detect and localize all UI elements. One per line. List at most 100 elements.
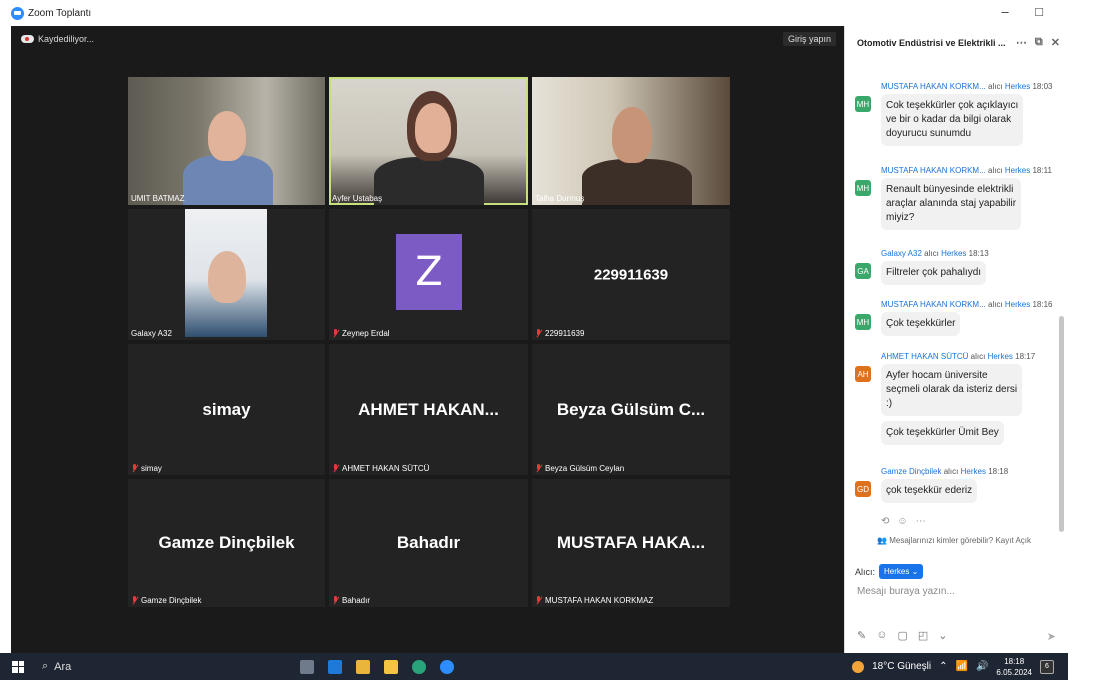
message-meta: MUSTAFA HAKAN KORKM... alıcı Herkes 18:1…	[881, 300, 1055, 309]
participant-display-name: simay	[202, 399, 251, 419]
emoji-icon[interactable]: ☺	[876, 629, 887, 642]
task-view-icon[interactable]	[300, 659, 314, 674]
file-icon[interactable]: ▢	[897, 629, 907, 642]
participant-face	[612, 107, 652, 163]
signin-button[interactable]: Giriş yapın	[782, 32, 836, 46]
participant-body	[183, 155, 273, 205]
mic-muted-icon	[535, 464, 542, 473]
message-audience: Herkes	[1004, 166, 1031, 175]
name-tile[interactable]: Bahadır Bahadır	[329, 479, 528, 607]
taskbar-search[interactable]: ⌕ Ara	[42, 660, 272, 673]
message-line: Cok teşekkürler çok açıklayıcı	[886, 100, 1019, 111]
chat-scrollbar[interactable]	[1059, 316, 1064, 532]
participant-label: Ayfer Ustabaş	[332, 194, 382, 203]
participant-name: 229911639	[545, 329, 585, 338]
sender-avatar: MH	[855, 314, 871, 330]
chevron-down-icon[interactable]: ⌄	[938, 629, 947, 642]
store-icon[interactable]	[356, 659, 370, 674]
popout-icon[interactable]: ⧉	[1035, 36, 1043, 49]
participant-name: Zeynep Erdal	[342, 329, 390, 338]
video-tile[interactable]: Talha Durmuş	[532, 77, 730, 205]
message-audience: Herkes	[941, 249, 967, 258]
name-tile[interactable]: MUSTAFA HAKA... MUSTAFA HAKAN KORKMAZ	[532, 479, 730, 607]
chat-message: MUSTAFA HAKAN KORKM... alıcı Herkes 18:0…	[855, 82, 1055, 146]
participant-name: Ayfer Ustabaş	[332, 194, 383, 203]
sender-avatar: MH	[855, 180, 871, 196]
outlook-icon[interactable]	[328, 659, 342, 674]
participant-label: UMIT BATMAZ	[131, 194, 184, 203]
sender-avatar: AH	[855, 366, 871, 382]
format-icon[interactable]: ✎	[857, 629, 866, 642]
participant-name: Gamze Dinçbilek	[141, 596, 202, 605]
message-line: miyiz?	[886, 212, 915, 223]
chat-message: Gamze Dinçbilek alıcı Herkes 18:18 GD ço…	[855, 467, 1055, 503]
video-tile[interactable]: UMIT BATMAZ	[128, 77, 325, 205]
edge-icon[interactable]	[412, 659, 426, 674]
zoom-logo-icon	[11, 6, 24, 20]
participant-label: Bahadır	[332, 596, 370, 605]
name-tile[interactable]: AHMET HAKAN... AHMET HAKAN SÜTCÜ	[329, 344, 528, 475]
more-icon[interactable]: ⋯	[916, 516, 926, 527]
close-chat-icon[interactable]: ✕	[1051, 36, 1060, 49]
windows-start-icon[interactable]	[12, 660, 24, 673]
chat-header-actions: ⋯ ⧉ ✕	[1016, 36, 1060, 49]
message-time: 18:11	[1032, 166, 1052, 175]
maximize-button[interactable]: □	[1031, 4, 1047, 20]
message-line: çok teşekkür ederiz	[886, 485, 973, 496]
participant-label: Galaxy A32	[131, 329, 172, 338]
name-tile[interactable]: Gamze Dinçbilek Gamze Dinçbilek	[128, 479, 325, 607]
avatar-tile[interactable]: Z Zeynep Erdal	[329, 209, 528, 340]
message-line: doyurucu sunumdu	[886, 128, 972, 139]
chat-messages[interactable]: MUSTAFA HAKAN KORKM... alıcı Herkes 18:0…	[845, 60, 1059, 535]
video-tile-active-speaker[interactable]: Ayfer Ustabaş	[329, 77, 528, 205]
recipient-dropdown[interactable]: Herkes ⌄	[879, 564, 924, 579]
mic-muted-icon	[332, 464, 339, 473]
clock-date: 6.05.2024	[996, 667, 1032, 677]
participant-label: simay	[131, 464, 162, 473]
minimize-button[interactable]: –	[997, 4, 1013, 20]
message-audience: Herkes	[1004, 300, 1031, 309]
notification-icon[interactable]: 6	[1040, 659, 1054, 674]
name-tile[interactable]: 229911639 229911639	[532, 209, 730, 340]
send-icon[interactable]: ➤	[1047, 630, 1056, 643]
emoji-reaction-icon[interactable]: ☺	[897, 516, 907, 527]
participant-name: Talha Durmuş	[535, 194, 585, 203]
message-sender: AHMET HAKAN SÜTCÜ	[881, 352, 969, 361]
participant-label: AHMET HAKAN SÜTCÜ	[332, 464, 429, 473]
screenshot-icon[interactable]: ◰	[918, 629, 928, 642]
name-tile[interactable]: simay simay	[128, 344, 325, 475]
message-sender: MUSTAFA HAKAN KORKM...	[881, 82, 986, 91]
search-label: Ara	[54, 660, 72, 673]
message-line: ve bir o kadar da bilgi olarak	[886, 114, 1012, 125]
weather-text[interactable]: 18°C Güneşli	[872, 661, 931, 672]
search-icon: ⌕	[42, 660, 49, 672]
message-line: araçlar alanında staj yapabilir	[886, 198, 1017, 209]
visibility-notice[interactable]: 👥 Mesajlarınızı kimler görebilir? Kayıt …	[877, 536, 1031, 545]
message-time: 18:13	[968, 249, 989, 258]
participant-label: Talha Durmuş	[535, 194, 584, 203]
name-tile[interactable]: Beyza Gülsüm C... Beyza Gülsüm Ceylan	[532, 344, 730, 475]
network-icon[interactable]: 📶	[956, 661, 968, 672]
message-meta: MUSTAFA HAKAN KORKM... alıcı Herkes 18:1…	[881, 166, 1055, 175]
zoom-icon[interactable]	[440, 659, 454, 674]
recording-indicator[interactable]: Kaydediliyor...	[21, 34, 94, 44]
chat-input[interactable]: Mesajı buraya yazın...	[857, 586, 955, 597]
chat-message: AHMET HAKAN SÜTCÜ alıcı Herkes 18:17 AH …	[855, 352, 1055, 445]
chat-message: MUSTAFA HAKAN KORKM... alıcı Herkes 18:1…	[855, 300, 1055, 336]
message-time: 18:17	[1015, 352, 1036, 361]
sender-avatar: GA	[855, 263, 871, 279]
clock[interactable]: 18:18 6.05.2024	[996, 656, 1032, 678]
message-bubble: çok teşekkür ederiz	[881, 479, 978, 503]
mic-muted-icon	[535, 596, 542, 605]
participant-display-name: Bahadır	[396, 533, 461, 552]
volume-icon[interactable]: 🔊	[976, 661, 988, 672]
message-line: Renault bünyesinde elektrikli	[886, 184, 1014, 195]
more-options-icon[interactable]: ⋯	[1016, 36, 1027, 49]
reply-icon[interactable]: ⟲	[881, 516, 889, 527]
taskbar: ⌕ Ara 18°C Güneşli ⌃ 📶 🔊 18:18 6.05.2024…	[0, 653, 1068, 680]
video-tile[interactable]: Galaxy A32	[128, 209, 325, 340]
file-explorer-icon[interactable]	[384, 659, 398, 674]
message-bubble: Çok teşekkürler	[881, 312, 961, 336]
tray-overflow-icon[interactable]: ⌃	[939, 661, 947, 672]
chat-message: Galaxy A32 alıcı Herkes 18:13 GA Filtrel…	[855, 249, 1055, 285]
